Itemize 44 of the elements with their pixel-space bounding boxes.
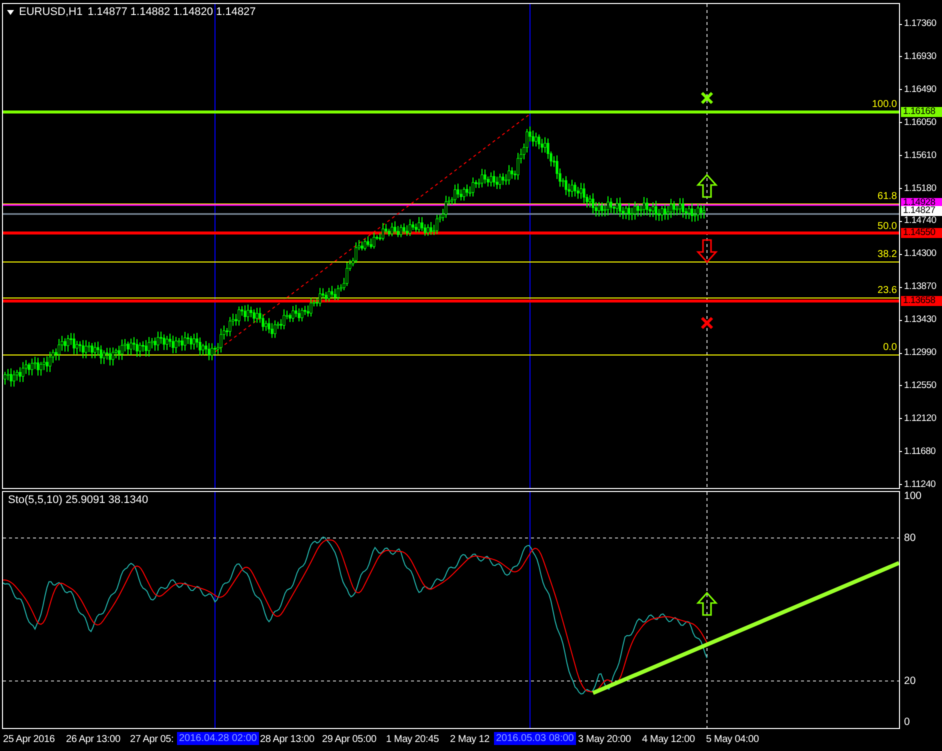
- time-axis-label: 3 May 20:00: [578, 735, 631, 745]
- time-axis-label: 5 May 04:00: [706, 735, 759, 745]
- fibonacci-level-label: 50.0: [878, 222, 897, 232]
- time-axis-label: 2 May 12: [450, 735, 490, 745]
- price-axis-label: 1.14300: [904, 249, 936, 260]
- oscillator-axis-label: 20: [904, 676, 916, 686]
- time-axis-label: 26 Apr 13:00: [66, 735, 120, 745]
- price-axis-label: 1.12120: [904, 414, 936, 424]
- price-axis-label: 1.16050: [904, 118, 936, 128]
- time-marker-label: 2016.05.03 08:00: [494, 732, 576, 745]
- price-axis-label: 1.11680: [904, 446, 936, 457]
- price-axis-label: 1.16930: [904, 52, 936, 62]
- price-marker: 1.14827: [901, 206, 942, 216]
- price-axis-label: 1.17360: [904, 19, 936, 29]
- symbol-label: EURUSD,H1: [19, 7, 83, 18]
- price-values: 1.14877 1.14882 1.14820 1.14827: [88, 7, 256, 18]
- fibonacci-level-label: 0.0: [883, 343, 897, 353]
- time-axis-label: 28 Apr 13:00: [260, 735, 314, 745]
- price-axis-label: 1.15610: [904, 150, 936, 161]
- fibonacci-level-label: 38.2: [878, 250, 897, 260]
- oscillator-axis-label: 0: [904, 717, 910, 728]
- price-marker: 1.14550: [901, 228, 942, 238]
- price-marker: 1.13658: [901, 296, 942, 306]
- fibonacci-level-label: 100.0: [872, 100, 897, 110]
- oscillator-axis-label: 100: [904, 491, 922, 502]
- time-axis-label: 4 May 12:00: [642, 735, 695, 745]
- fibonacci-level-label: 23.6: [878, 286, 897, 296]
- indicator-label: Sto(5,5,10) 25.9091 38.1340: [8, 495, 148, 506]
- time-axis-label: 1 May 20:45: [386, 735, 439, 745]
- price-marker: 1.16168: [901, 107, 942, 117]
- price-axis-label: 1.16490: [904, 84, 936, 95]
- time-axis-label: 25 Apr 2016: [3, 735, 55, 745]
- time-marker-label: 2016.04.28 02:00: [177, 732, 259, 745]
- price-axis-label: 1.12550: [904, 380, 936, 391]
- fibonacci-level-label: 61.8: [878, 192, 897, 202]
- price-axis-label: 1.13870: [904, 282, 936, 292]
- oscillator-axis-label: 80: [904, 533, 916, 544]
- price-axis-label: 1.14740: [904, 216, 936, 226]
- price-axis-label: 1.13430: [904, 315, 936, 326]
- price-axis-label: 1.15180: [904, 184, 936, 194]
- time-axis-label: 29 Apr 05:00: [322, 735, 376, 745]
- time-axis-label: 27 Apr 05:: [130, 735, 174, 745]
- price-axis-label: 1.11240: [904, 480, 936, 490]
- price-axis-label: 1.12990: [904, 348, 936, 358]
